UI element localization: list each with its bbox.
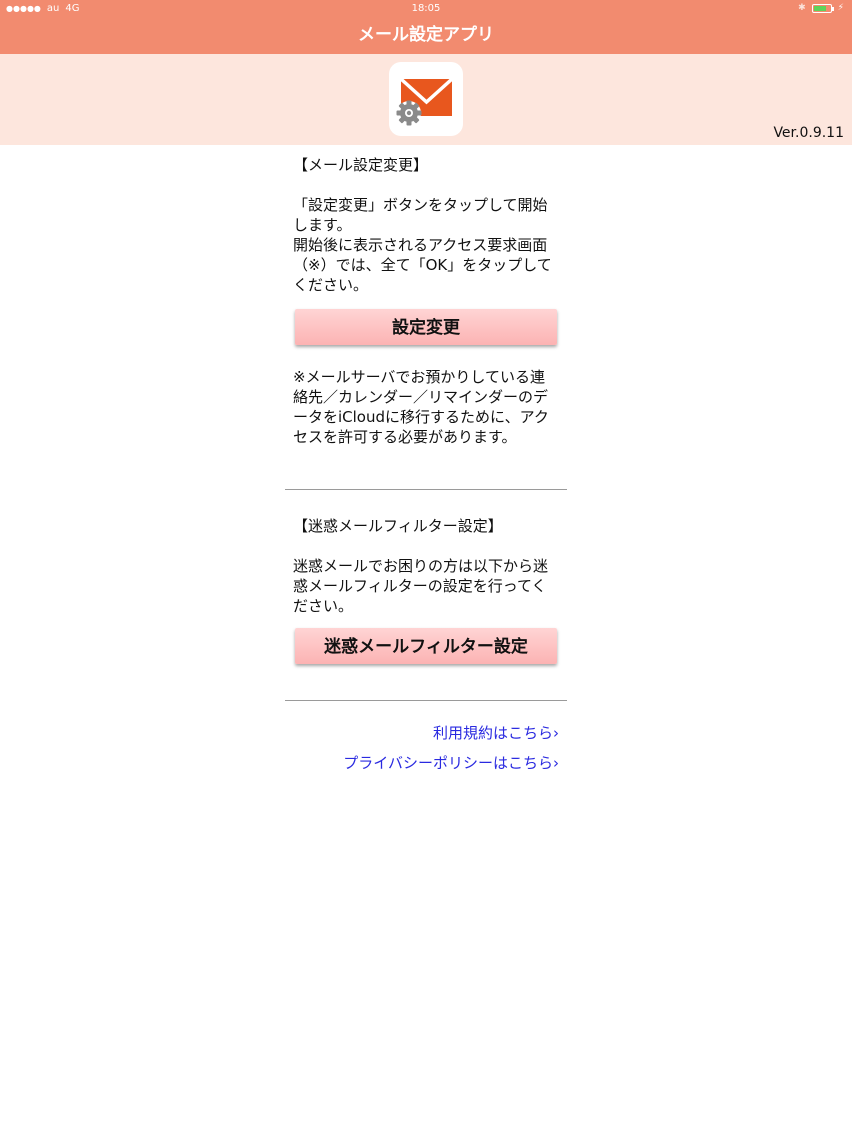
bluetooth-icon: ✱: [798, 3, 806, 13]
terms-link-label: 利用規約はこちら: [432, 724, 553, 742]
title-bar: メール設定アプリ: [0, 18, 852, 54]
access-note: ※メールサーバでお預かりしている連絡先／カレンダー／リマインダーのデータをiCl…: [293, 368, 549, 446]
privacy-policy-link-label: プライバシーポリシーはこちら: [343, 754, 553, 772]
app-title: メール設定アプリ: [358, 25, 494, 45]
main-content: 【メール設定変更】 「設定変更」ボタンをタップして開始します。 開始後に表示され…: [285, 145, 567, 773]
battery-charging-icon: [811, 3, 834, 13]
chevron-right-icon: ›: [553, 754, 559, 772]
status-bar: ●●●●● au 4G 18:05 ✱ ⚡: [0, 0, 852, 18]
mail-gear-icon: [389, 62, 463, 136]
status-time: 18:05: [411, 3, 441, 14]
header-band: Ver.0.9.11: [0, 54, 852, 145]
mail-settings-description-1: 「設定変更」ボタンをタップして開始します。: [293, 196, 548, 234]
version-label: Ver.0.9.11: [773, 125, 844, 141]
terms-link[interactable]: 利用規約はこちら›: [285, 723, 567, 743]
status-right: ✱ ⚡: [798, 3, 844, 13]
spam-filter-description: 迷惑メールでお困りの方は以下から迷惑メールフィルターの設定を行ってください。: [293, 557, 549, 615]
spam-filter-settings-button[interactable]: 迷惑メールフィルター設定: [295, 628, 557, 664]
mail-settings-description-2: 開始後に表示されるアクセス要求画面（※）では、全て「OK」をタップしてください。: [293, 236, 552, 294]
change-settings-button[interactable]: 設定変更: [295, 309, 557, 345]
spam-filter-heading: 【迷惑メールフィルター設定】: [293, 517, 503, 535]
chevron-right-icon: ›: [553, 724, 559, 742]
charging-bolt-icon: ⚡: [837, 3, 844, 13]
mail-settings-heading: 【メール設定変更】: [293, 156, 429, 174]
privacy-policy-link[interactable]: プライバシーポリシーはこちら›: [285, 753, 567, 773]
